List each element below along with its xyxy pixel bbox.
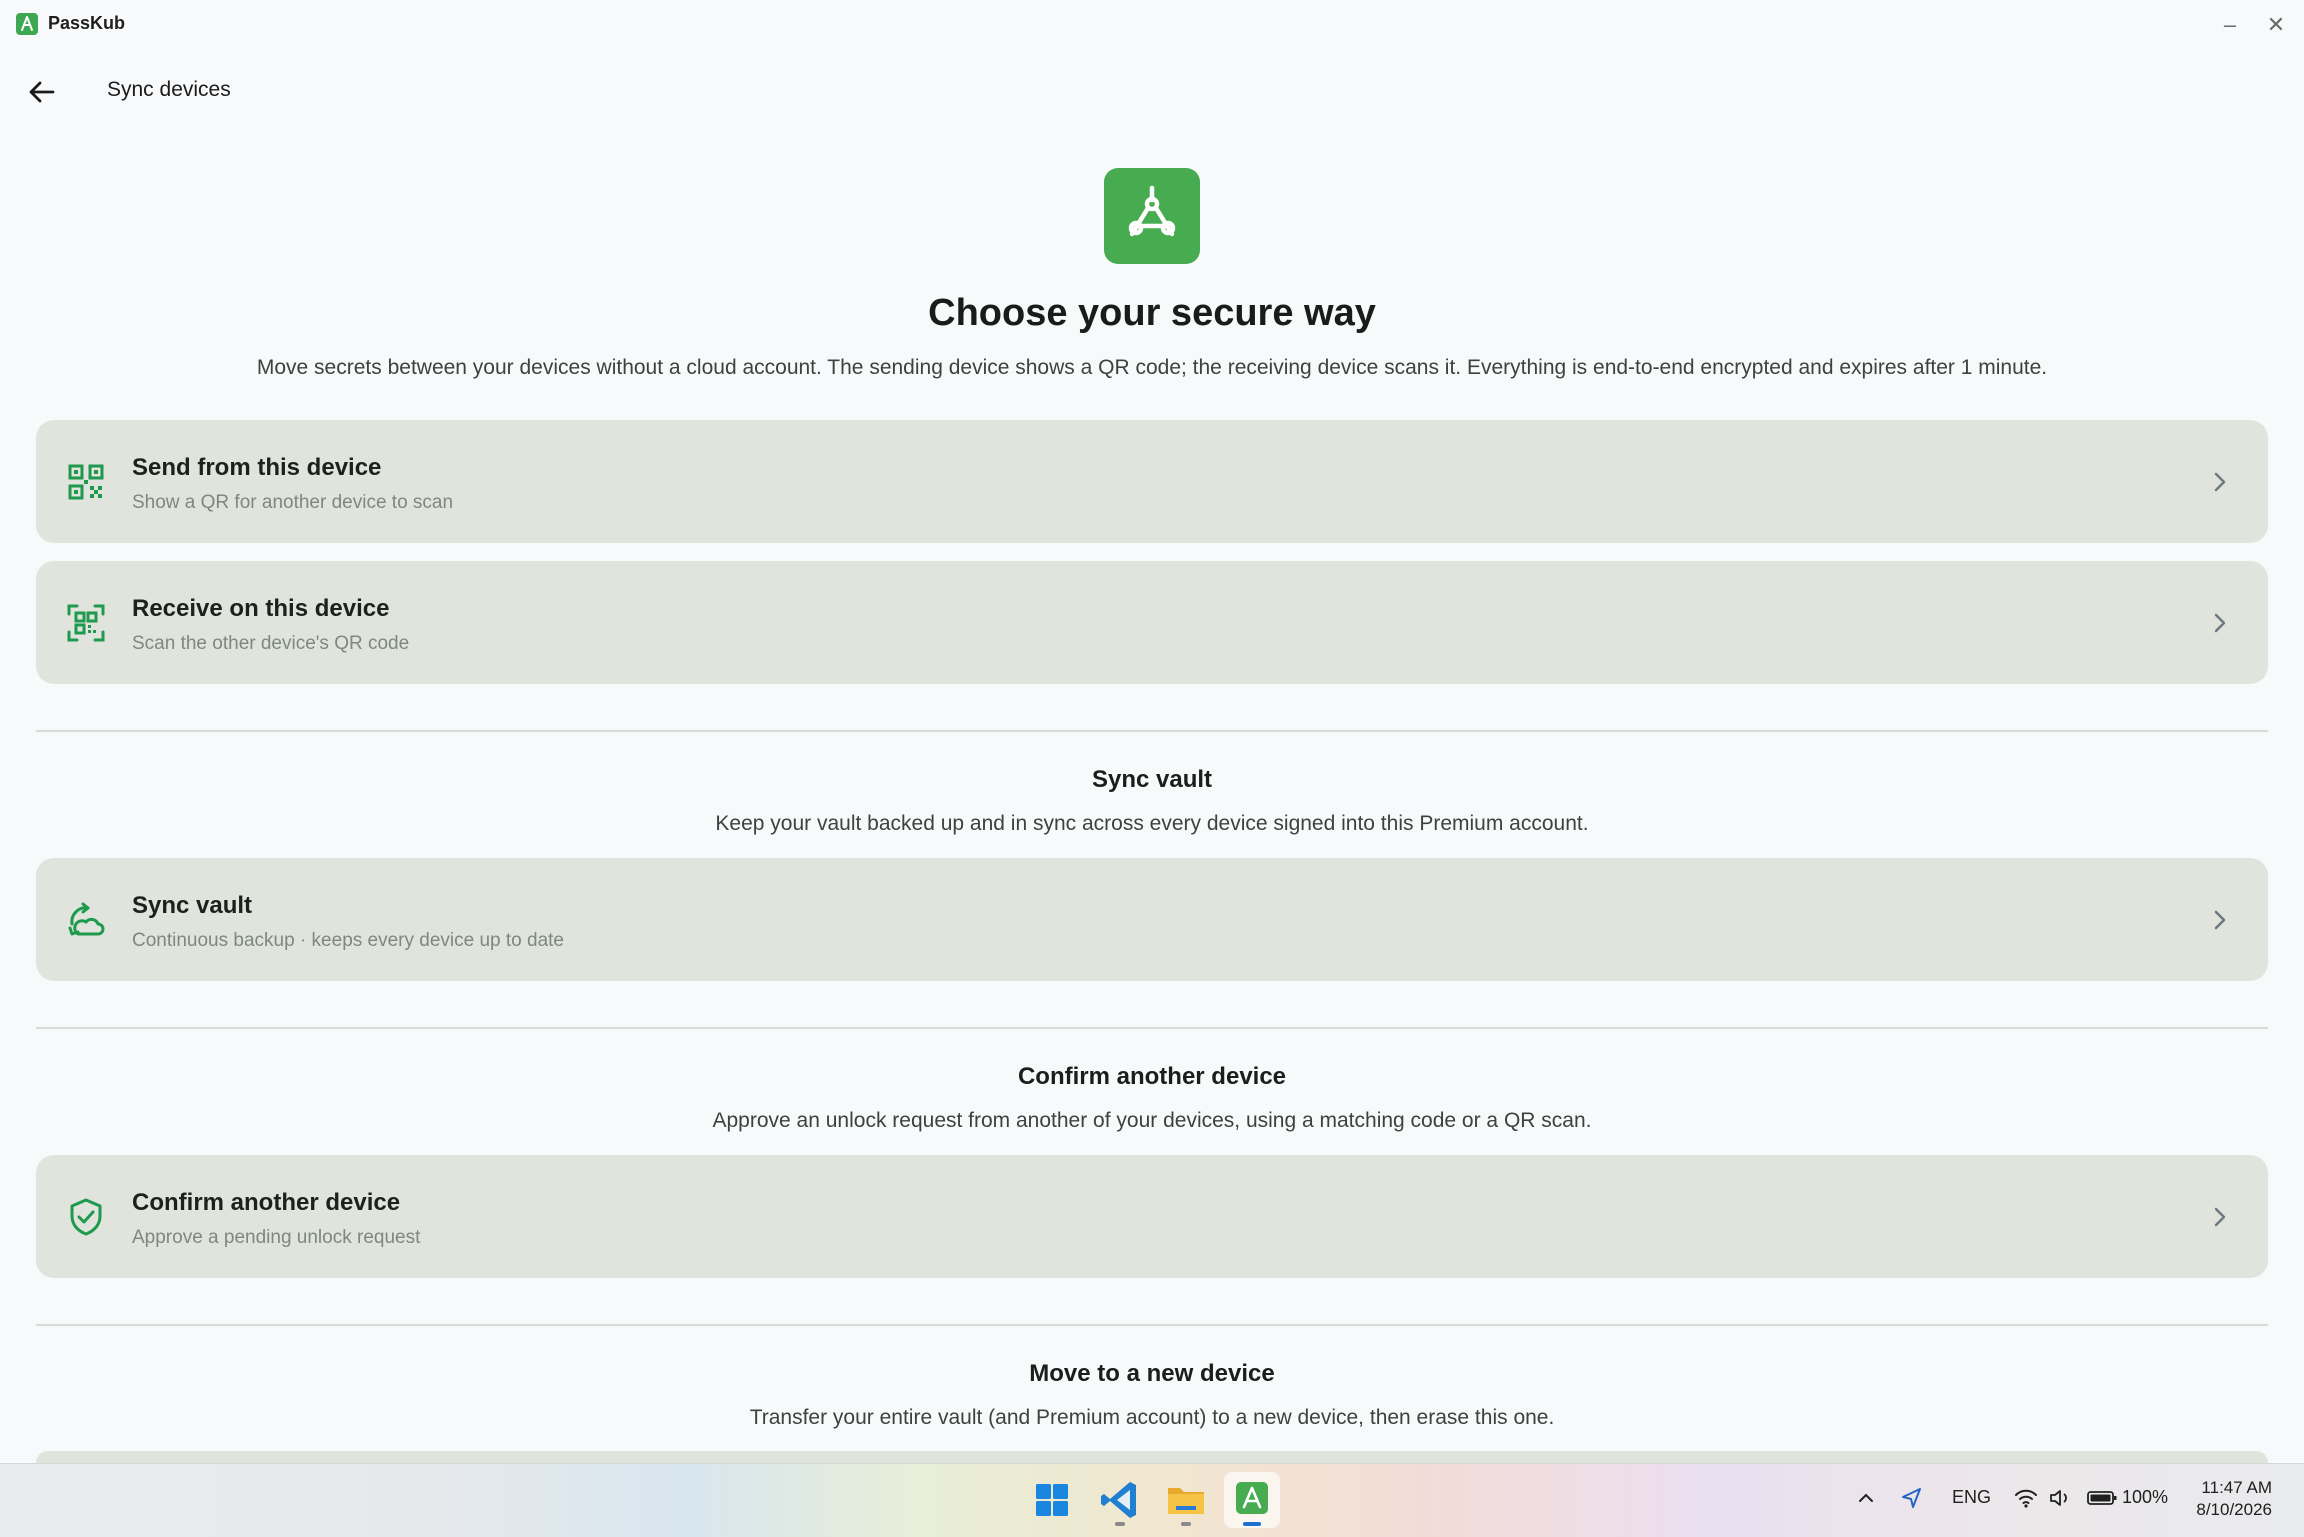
- clock-time[interactable]: 11:47 AM: [2180, 1478, 2272, 1498]
- chevron-right-icon: [2204, 1201, 2236, 1233]
- hero-title: Choose your secure way: [928, 292, 1376, 334]
- sync-cloud-icon: [66, 900, 106, 940]
- language-indicator[interactable]: ENG: [1952, 1487, 1991, 1508]
- section-description: Approve an unlock request from another o…: [712, 1109, 1592, 1132]
- card-subtitle: Approve a pending unlock request: [132, 1227, 421, 1248]
- section-description: Keep your vault backed up and in sync ac…: [715, 812, 1589, 835]
- chevron-right-icon: [2204, 607, 2236, 639]
- battery-icon[interactable]: [2086, 1484, 2118, 1512]
- section-divider: [36, 1027, 2268, 1029]
- card-title: Receive on this device: [132, 595, 390, 622]
- battery-percent: 100%: [2122, 1487, 2169, 1507]
- file-explorer-icon[interactable]: [1158, 1472, 1214, 1528]
- qr-scan-icon: [66, 603, 106, 643]
- title-bar: PassKub – ✕: [0, 0, 2304, 50]
- arrow-left-icon: [29, 81, 55, 103]
- back-button[interactable]: [22, 72, 62, 112]
- clock-date[interactable]: 8/10/2026: [2180, 1500, 2272, 1520]
- card-subtitle: Show a QR for another device to scan: [132, 492, 454, 513]
- card-title: Send from this device: [132, 454, 382, 481]
- confirm-device-card[interactable]: Confirm another device Approve a pending…: [36, 1155, 2268, 1278]
- move-device-card[interactable]: [36, 1451, 2268, 1463]
- card-title: Sync vault: [132, 892, 253, 919]
- section-title: Sync vault: [1091, 766, 1213, 793]
- card-title: Confirm another device: [132, 1189, 401, 1216]
- chevron-right-icon: [2204, 466, 2236, 498]
- running-indicator: [1115, 1522, 1125, 1526]
- section-title: Confirm another device: [1017, 1063, 1287, 1090]
- card-subtitle: Continuous backup · keeps every device u…: [132, 930, 564, 951]
- hero-description: Move secrets between your devices withou…: [256, 356, 2048, 379]
- sync-vault-card[interactable]: Sync vault Continuous backup · keeps eve…: [36, 858, 2268, 981]
- page-title: Sync devices: [107, 78, 231, 101]
- location-icon[interactable]: [1898, 1484, 1926, 1512]
- send-from-device-card[interactable]: Send from this device Show a QR for anot…: [36, 420, 2268, 543]
- receive-on-device-card[interactable]: Receive on this device Scan the other de…: [36, 561, 2268, 684]
- minimize-button[interactable]: –: [2210, 8, 2250, 42]
- section-title: Move to a new device: [1029, 1360, 1275, 1387]
- vscode-icon[interactable]: [1092, 1472, 1148, 1528]
- chevron-right-icon: [2204, 904, 2236, 936]
- close-button[interactable]: ✕: [2256, 8, 2296, 42]
- qr-code-icon: [66, 462, 106, 502]
- passkub-app-icon: [16, 13, 38, 35]
- app-name: PassKub: [48, 13, 126, 33]
- passkub-icon[interactable]: [1224, 1472, 1280, 1528]
- shield-check-icon: [66, 1197, 106, 1237]
- chevron-up-icon[interactable]: [1852, 1484, 1880, 1512]
- section-divider: [36, 1324, 2268, 1326]
- windows-start-icon[interactable]: [1024, 1472, 1080, 1528]
- wifi-icon[interactable]: [2012, 1484, 2040, 1512]
- section-description: Transfer your entire vault (and Premium …: [749, 1406, 1555, 1429]
- passkub-logo-icon: [1104, 168, 1200, 264]
- volume-icon[interactable]: [2046, 1484, 2074, 1512]
- running-indicator: [1181, 1522, 1191, 1526]
- card-subtitle: Scan the other device's QR code: [132, 633, 410, 654]
- running-indicator: [1243, 1522, 1261, 1526]
- section-divider: [36, 730, 2268, 732]
